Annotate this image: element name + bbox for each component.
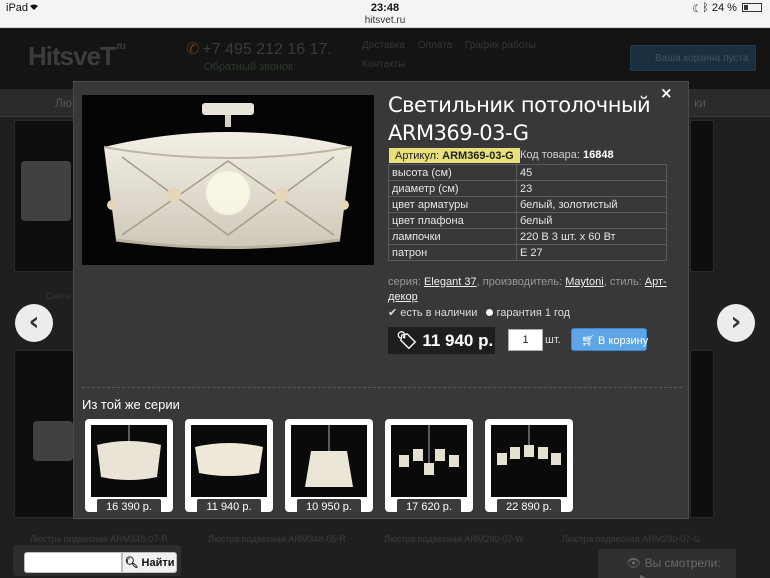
site-logo[interactable]: HitsveT.ru (28, 41, 126, 72)
maker-link[interactable]: Maytoni (565, 276, 604, 288)
related-price: 10 950 р. (297, 499, 361, 512)
site-header: HitsveT.ru ✆ +7 495 212 16 17. Обратный з… (0, 29, 770, 89)
related-price: 17 620 р. (397, 499, 461, 512)
related-image (191, 425, 267, 497)
check-icon: ✔ (388, 307, 398, 319)
related-image (491, 425, 567, 497)
specs-table: высота (см) 45 диаметр (см) 23 цвет армату… (388, 164, 667, 261)
bg-product-label: Свети (46, 291, 72, 301)
next-arrow-button[interactable]: › (717, 304, 755, 342)
top-links: Доставка Оплата График работы Контакты (362, 40, 546, 70)
related-price: 22 890 р. (497, 499, 561, 512)
product-meta: серия: Elegant 37, производитель: Mayton… (388, 276, 667, 303)
table-row: патрон E 27 (388, 244, 667, 261)
related-product[interactable]: 17 620 р. (385, 419, 473, 512)
related-product[interactable]: 16 390 р. (85, 419, 173, 512)
bg-caption[interactable]: Люстра подвесная ARM348-07-R (30, 534, 168, 544)
search-button[interactable]: 🔍︎ Найти (122, 552, 177, 573)
contacts-link[interactable]: Контакты (362, 59, 405, 70)
eye-icon: 👁︎ (626, 556, 642, 570)
related-image (391, 425, 467, 497)
cart-icon: 🛒︎ (581, 335, 595, 347)
table-row: лампочки 220 В 3 шт. x 60 Вт (388, 228, 667, 245)
bg-product-card (14, 350, 74, 518)
nav-item-right[interactable]: ки (694, 96, 706, 110)
search-icon: 🔍︎ (124, 557, 139, 569)
table-row: цвет плафона белый (388, 212, 667, 229)
bg-caption[interactable]: Люстра подвесная ARM290-07-W (384, 534, 524, 544)
bluetooth-icon: ᛒ (702, 2, 709, 14)
product-modal: × Светильник потолочный ARM369-03-G Арти… (73, 81, 689, 519)
viewed-panel[interactable]: 👁︎ Вы смотрели: ▸ (598, 549, 736, 578)
prev-arrow-button[interactable]: ‹ (15, 304, 53, 342)
battery-indicator: ☾ ᛒ 24 % (693, 2, 762, 14)
series-link[interactable]: Elegant 37 (424, 276, 477, 288)
clock: 23:48 (370, 2, 400, 14)
battery-icon (742, 3, 762, 12)
related-product[interactable]: 22 890 р. (485, 419, 573, 512)
status-bar: iPad 23:48 hitsvet.ru ☾ ᛒ 24 % (0, 0, 770, 28)
add-to-cart-button[interactable]: 🛒︎ В корзину (571, 328, 648, 351)
bg-product-card (14, 120, 74, 272)
table-row: высота (см) 45 (388, 164, 667, 181)
table-row: диаметр (см) 23 (388, 180, 667, 197)
payment-link[interactable]: Оплата (418, 40, 452, 51)
related-image (91, 425, 167, 497)
product-code: Код товара: 16848 (520, 149, 614, 161)
divider (82, 387, 682, 388)
product-title: Светильник потолочный ARM369-03-G (388, 93, 651, 145)
phone-icon: ✆ (186, 41, 200, 58)
related-product[interactable]: 11 940 р. (185, 419, 273, 512)
related-price: 11 940 р. (197, 499, 261, 512)
phone-number: ✆ +7 495 212 16 17. (186, 41, 332, 58)
series-heading: Из той же серии (82, 397, 180, 412)
table-row: цвет арматуры белый, золотистый (388, 196, 667, 213)
quantity-unit: шт. (545, 334, 561, 346)
product-image (82, 95, 374, 265)
bg-caption[interactable]: Люстра подвесная ARM290-07-G (562, 534, 700, 544)
related-image (291, 425, 367, 497)
bg-product-card (690, 350, 714, 518)
schedule-link[interactable]: График работы (465, 40, 536, 51)
availability: ✔ есть в наличии гарантия 1 год (388, 307, 571, 319)
bg-caption[interactable]: Люстра подвесная ARM348-05-R (208, 534, 346, 544)
related-product[interactable]: 10 950 р. (285, 419, 373, 512)
related-price: 16 390 р. (97, 499, 161, 512)
delivery-link[interactable]: Доставка (362, 40, 405, 51)
price-tag: 🏷︎ 11 940 р. (388, 327, 495, 354)
quantity-input[interactable]: 1 (508, 329, 543, 351)
moon-icon: ☾ (692, 2, 700, 14)
callback-link[interactable]: Обратный звонок (204, 61, 293, 73)
search-input[interactable] (24, 552, 122, 573)
battery-percent: 24 % (711, 2, 737, 14)
chevron-right-icon: ▸ (640, 570, 647, 578)
nav-item-left[interactable]: Лю (55, 96, 72, 110)
article-badge: Артикул: ARM369-03-G (389, 148, 520, 163)
url-bar[interactable]: hitsvet.ru (0, 15, 770, 26)
tag-icon: 🏷︎ (396, 331, 418, 350)
bg-product-card (690, 120, 714, 272)
cart-button[interactable]: Ваша корзина пуста (630, 45, 756, 71)
bullet-icon (486, 309, 494, 316)
